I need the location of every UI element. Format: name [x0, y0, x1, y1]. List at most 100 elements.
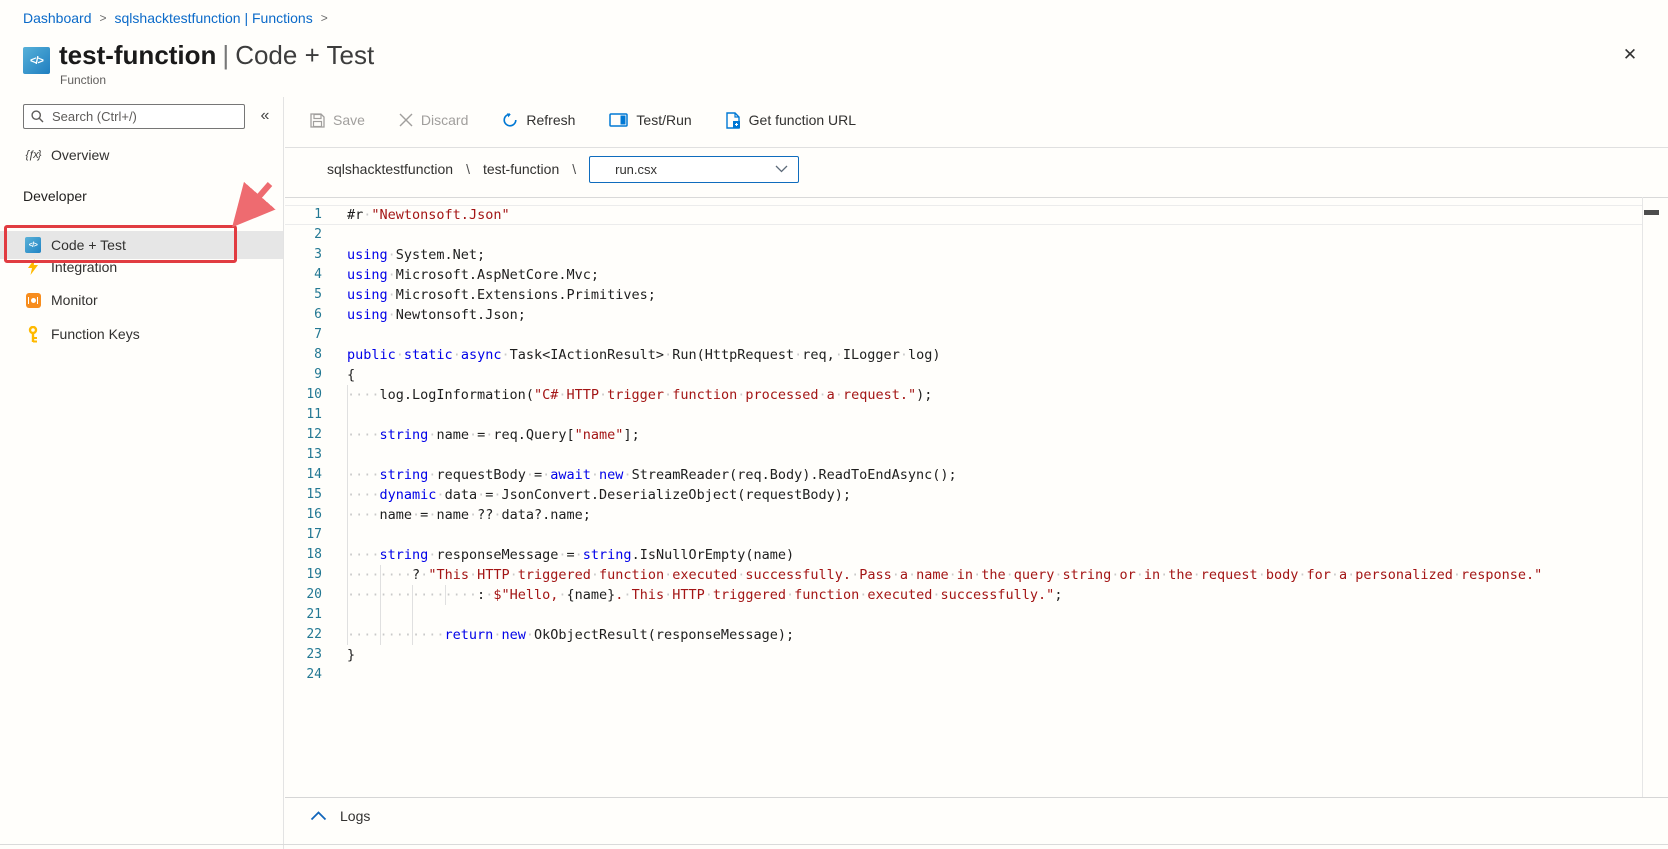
indent-guide [347, 605, 348, 625]
line-number[interactable]: 16 [285, 505, 322, 525]
line-number[interactable]: 6 [285, 305, 322, 325]
collapse-sidebar-button[interactable]: « [252, 103, 278, 129]
line-number[interactable]: 3 [285, 245, 322, 265]
discard-button[interactable]: Discard [399, 112, 468, 128]
line-number[interactable]: 10 [285, 385, 322, 405]
discard-label: Discard [420, 112, 469, 128]
code-line[interactable]: using·Microsoft.Extensions.Primitives; [347, 285, 1642, 305]
code-line[interactable]: #r·"Newtonsoft.Json" [347, 205, 1642, 225]
breadcrumb-function-app[interactable]: sqlshacktestfunction | Functions [115, 10, 313, 26]
indent-guide [444, 585, 446, 605]
line-number[interactable]: 22 [285, 625, 322, 645]
line-number[interactable]: 2 [285, 225, 322, 245]
file-select-value: run.csx [615, 161, 658, 177]
code-line[interactable] [347, 405, 1642, 425]
key-icon [28, 325, 38, 342]
file-path-app: sqlshacktestfunction [327, 161, 454, 177]
code-line[interactable]: { [347, 365, 1642, 385]
function-icon: </> [23, 47, 50, 74]
code-line[interactable]: ········?·"This·HTTP·triggered·function·… [347, 565, 1642, 585]
indent-guide [379, 565, 381, 585]
scrollbar-cursor-marker[interactable] [1644, 210, 1659, 215]
search-input[interactable] [50, 108, 244, 125]
code-line[interactable] [347, 605, 1642, 625]
annotation-arrow [232, 181, 276, 228]
code-line[interactable]: ····string·responseMessage·=·string.IsNu… [347, 545, 1642, 565]
indent-guide [347, 565, 348, 585]
indent-guide [379, 625, 381, 645]
indent-guide [347, 525, 348, 545]
line-number[interactable]: 14 [285, 465, 322, 485]
line-number[interactable]: 9 [285, 365, 322, 385]
line-number[interactable]: 20 [285, 585, 322, 605]
code-line[interactable]: ····log.LogInformation("C#·HTTP·trigger·… [347, 385, 1642, 405]
line-number[interactable]: 12 [285, 425, 322, 445]
code-line[interactable]: ····string·requestBody·=·await·new·Strea… [347, 465, 1642, 485]
indent-guide [347, 625, 348, 645]
get-function-url-button[interactable]: Get function URL [725, 111, 856, 129]
indent-guide [379, 605, 381, 625]
indent-guide [347, 465, 348, 485]
line-number[interactable]: 5 [285, 285, 322, 305]
line-number[interactable]: 18 [285, 545, 322, 565]
indent-guide [412, 605, 414, 625]
code-line[interactable] [347, 445, 1642, 465]
sidebar-search [23, 104, 245, 129]
line-numbers[interactable]: 1 2 3 4 5 6 7 8 9 10 11 12 13 14 15 16 17 18 19 20 21 22 23 24 [285, 205, 322, 685]
code-line[interactable]: using·Microsoft.AspNetCore.Mvc; [347, 265, 1642, 285]
sidebar-item-overview[interactable]: {ƒx} Overview [0, 143, 283, 167]
line-number[interactable]: 4 [285, 265, 322, 285]
indent-guide [347, 505, 348, 525]
path-separator: \ [572, 161, 577, 177]
line-number[interactable]: 24 [285, 665, 322, 685]
sidebar-item-function-keys[interactable]: Function Keys [0, 322, 283, 346]
monitor-icon [25, 292, 41, 308]
code-line[interactable]: ····dynamic·data·=·JsonConvert.Deseriali… [347, 485, 1642, 505]
code-line[interactable]: } [347, 645, 1642, 665]
indent-guide [347, 545, 348, 565]
breadcrumb-dashboard[interactable]: Dashboard [23, 10, 92, 26]
logs-toggle[interactable]: Logs [310, 808, 370, 824]
command-bar: Save Discard Refresh Test/Run Get functi… [310, 106, 856, 134]
indent-guide [379, 585, 381, 605]
sidebar-item-monitor[interactable]: Monitor [0, 288, 283, 312]
code-line[interactable]: using·Newtonsoft.Json; [347, 305, 1642, 325]
code-line[interactable] [347, 665, 1642, 685]
line-number[interactable]: 19 [285, 565, 322, 585]
test-run-icon [609, 113, 629, 127]
close-icon[interactable]: ✕ [1618, 43, 1642, 67]
indent-guide [347, 405, 348, 425]
code-line[interactable] [347, 525, 1642, 545]
indent-guide [347, 425, 348, 445]
chevron-down-icon [775, 165, 788, 173]
refresh-button[interactable]: Refresh [502, 112, 575, 128]
code-line[interactable]: ················:·$"Hello,·{name}.·This·… [347, 585, 1642, 605]
line-number[interactable]: 13 [285, 445, 322, 465]
line-number[interactable]: 15 [285, 485, 322, 505]
breadcrumb-separator: > [320, 11, 328, 25]
code-lines: #r·"Newtonsoft.Json" using·System.Net; usi… [347, 205, 1642, 685]
code-line[interactable] [347, 325, 1642, 345]
line-number[interactable]: 1 [285, 205, 322, 225]
line-number[interactable]: 21 [285, 605, 322, 625]
line-number[interactable]: 23 [285, 645, 322, 665]
line-number[interactable]: 17 [285, 525, 322, 545]
save-button[interactable]: Save [310, 112, 365, 128]
editor-top-border [285, 197, 1668, 198]
function-overview-icon: {ƒx} [25, 149, 42, 161]
code-line[interactable]: ············return·new·OkObjectResult(re… [347, 625, 1642, 645]
save-label: Save [333, 112, 365, 128]
code-line[interactable]: ····string·name·=·req.Query["name"]; [347, 425, 1642, 445]
get-url-icon [725, 111, 740, 129]
code-line[interactable]: ····name·=·name·??·data?.name; [347, 505, 1642, 525]
line-number[interactable]: 11 [285, 405, 322, 425]
code-line[interactable]: using·System.Net; [347, 245, 1642, 265]
test-run-button[interactable]: Test/Run [609, 112, 692, 128]
code-line[interactable] [347, 225, 1642, 245]
line-number[interactable]: 8 [285, 345, 322, 365]
line-number[interactable]: 7 [285, 325, 322, 345]
code-line[interactable]: public·static·async·Task<IActionResult>·… [347, 345, 1642, 365]
editor-scrollbar[interactable] [1642, 197, 1643, 797]
logs-divider [285, 797, 1668, 798]
file-select-dropdown[interactable]: run.csx [589, 155, 800, 183]
